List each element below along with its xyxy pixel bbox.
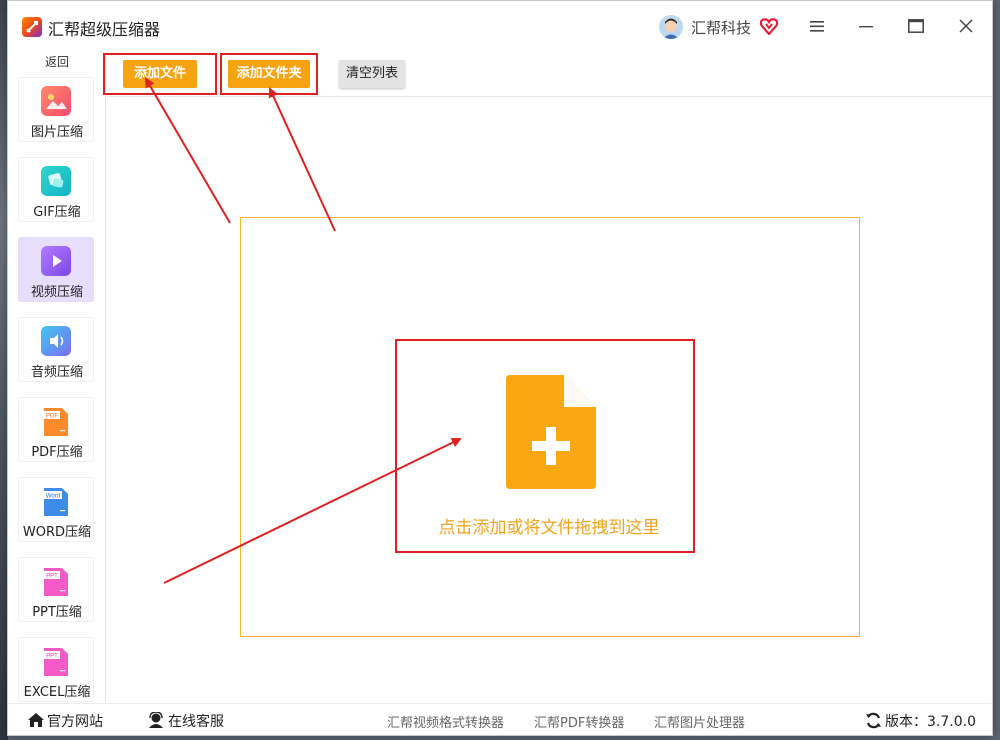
svg-text:PPT: PPT bbox=[46, 574, 58, 580]
menu-icon[interactable] bbox=[810, 19, 824, 33]
sidebar-item-label: 视频压缩 bbox=[30, 285, 83, 300]
sidebar-item-label: 音频压缩 bbox=[30, 365, 83, 380]
word-file-icon: Word bbox=[44, 488, 68, 516]
footer-link-image-processor[interactable]: 汇帮图片处理器 bbox=[654, 712, 745, 731]
home-icon[interactable] bbox=[27, 712, 45, 728]
vip-heart-icon[interactable] bbox=[760, 18, 778, 35]
add-file-button[interactable]: 添加文件 bbox=[123, 60, 197, 88]
sidebar-item-label: 图片压缩 bbox=[30, 125, 83, 140]
user-name[interactable]: 汇帮科技 bbox=[691, 17, 751, 38]
app-title: 汇帮超级压缩器 bbox=[48, 20, 161, 39]
sidebar-item-video-compress[interactable]: 视频压缩 bbox=[18, 237, 94, 302]
sidebar-item-word-compress[interactable]: Word WORD压缩 bbox=[18, 477, 94, 542]
pdf-file-icon: PDF bbox=[44, 408, 68, 436]
svg-text:PDF: PDF bbox=[46, 414, 58, 420]
audio-icon bbox=[41, 326, 71, 356]
gif-icon bbox=[41, 166, 71, 196]
online-support-link[interactable]: 在线客服 bbox=[168, 711, 224, 731]
back-link[interactable]: 返回 bbox=[8, 54, 106, 70]
close-icon[interactable] bbox=[959, 19, 973, 33]
ppt-file-icon: PPT bbox=[44, 568, 68, 596]
toolbar: 添加文件 添加文件夹 清空列表 bbox=[107, 53, 992, 97]
drop-hint-text[interactable]: 点击添加或将文件拖拽到这里 bbox=[404, 513, 694, 538]
maximize-icon[interactable] bbox=[908, 19, 924, 33]
sidebar-item-gif-compress[interactable]: GIF压缩 bbox=[18, 157, 94, 222]
footer-link-pdf-converter[interactable]: 汇帮PDF转换器 bbox=[534, 712, 624, 731]
app-logo-icon bbox=[22, 17, 42, 37]
svg-text:PPT: PPT bbox=[46, 654, 58, 660]
sidebar-item-label: PDF压缩 bbox=[31, 445, 83, 460]
user-avatar-icon[interactable] bbox=[659, 15, 683, 39]
sidebar-item-label: EXCEL压缩 bbox=[23, 685, 91, 700]
footer-bar: 官方网站 在线客服 汇帮视频格式转换器 汇帮PDF转换器 汇帮图片处理器 版本：… bbox=[8, 703, 992, 735]
video-play-icon bbox=[41, 246, 71, 276]
sidebar-item-label: WORD压缩 bbox=[22, 525, 92, 540]
title-bar: 汇帮超级压缩器 汇帮科技 bbox=[8, 1, 992, 53]
version-label: 版本：3.7.0.0 bbox=[885, 714, 976, 730]
excel-file-icon: PPT bbox=[44, 648, 68, 676]
minimize-icon[interactable] bbox=[859, 19, 873, 33]
annotation-arrow bbox=[268, 87, 336, 232]
sidebar-item-audio-compress[interactable]: 音频压缩 bbox=[18, 317, 94, 382]
footer-link-video-converter[interactable]: 汇帮视频格式转换器 bbox=[387, 712, 504, 731]
sidebar-item-label: GIF压缩 bbox=[33, 205, 81, 220]
add-folder-button[interactable]: 添加文件夹 bbox=[228, 60, 310, 88]
image-icon bbox=[41, 86, 71, 116]
official-website-link[interactable]: 官方网站 bbox=[47, 711, 103, 731]
annotation-arrow bbox=[144, 77, 231, 224]
svg-text:Word: Word bbox=[46, 494, 60, 500]
sidebar: 返回 图片压缩 GIF压缩 视频压缩 音频压缩 PDF PDF压缩 Word W… bbox=[8, 53, 106, 703]
sidebar-item-ppt-compress[interactable]: PPT PPT压缩 bbox=[18, 557, 94, 622]
app-window: 汇帮超级压缩器 汇帮科技 返回 图片压缩 GIF压缩 视频压缩 音频压缩 PDF… bbox=[7, 0, 993, 736]
refresh-update-icon[interactable] bbox=[865, 712, 882, 729]
sidebar-item-excel-compress[interactable]: PPT EXCEL压缩 bbox=[18, 637, 94, 702]
sidebar-item-image-compress[interactable]: 图片压缩 bbox=[18, 77, 94, 142]
sidebar-item-label: PPT压缩 bbox=[32, 605, 82, 620]
clear-list-button[interactable]: 清空列表 bbox=[339, 60, 405, 88]
sidebar-item-pdf-compress[interactable]: PDF PDF压缩 bbox=[18, 397, 94, 462]
add-file-plus-icon[interactable] bbox=[506, 375, 596, 491]
customer-service-icon[interactable] bbox=[147, 712, 165, 728]
